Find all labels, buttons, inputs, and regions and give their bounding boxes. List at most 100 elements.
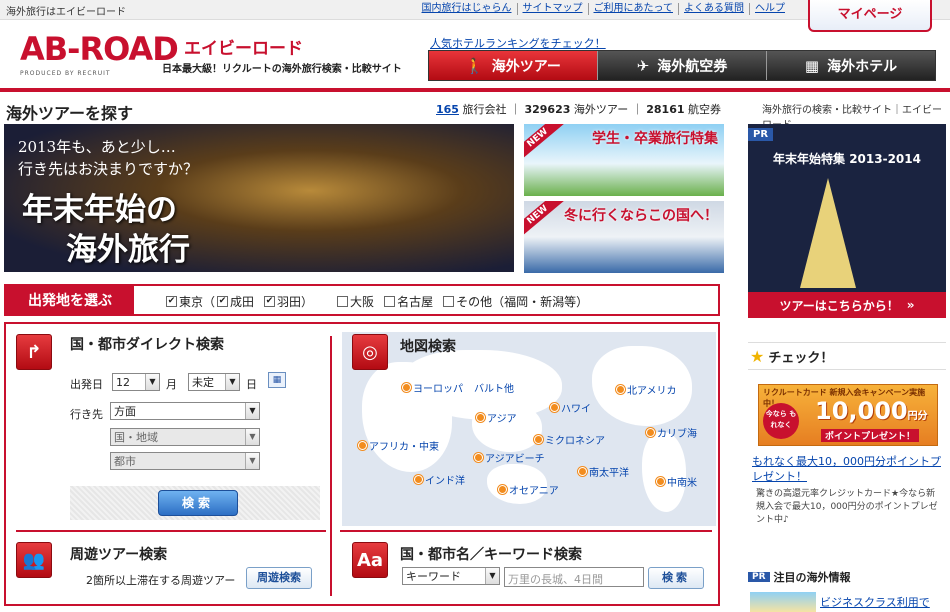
tab-overseas-tour[interactable]: 🚶 海外ツアー: [429, 51, 597, 80]
chevron-down-icon: ▼: [245, 453, 259, 469]
chevron-down-icon: ▼: [145, 374, 159, 390]
pin-icon: [550, 403, 559, 412]
option-label: 成田: [230, 295, 255, 309]
city-select[interactable]: 都市 ▼: [110, 452, 260, 470]
counts-bar: 165 旅行会社 ｜ 329623 海外ツアー ｜ 28161 航空券: [436, 103, 722, 116]
pin-icon: [646, 428, 655, 437]
region-africa-middleeast[interactable]: アフリカ・中東: [358, 438, 439, 453]
month-unit: 月: [166, 378, 177, 391]
region-micronesia[interactable]: ミクロネシア: [534, 432, 605, 447]
destination-label: 行き先: [70, 408, 103, 421]
pr-tag: PR: [748, 572, 770, 582]
airplane-icon: ✈: [636, 56, 650, 75]
agency-count[interactable]: 165: [436, 103, 459, 116]
hotel-ranking-link[interactable]: 人気ホテルランキングをチェック！: [430, 35, 606, 51]
keyword-type-select[interactable]: キーワード ▼: [402, 567, 500, 585]
link-terms[interactable]: ご利用にあたって: [587, 3, 679, 15]
checkbox-checked[interactable]: ✔: [217, 296, 229, 307]
calendar-icon[interactable]: ▦: [268, 372, 286, 388]
building-icon: ▦: [804, 56, 820, 75]
region-latin-america[interactable]: 中南米: [656, 474, 697, 489]
keyword-search-button[interactable]: 検索: [648, 567, 704, 589]
departure-haneda[interactable]: ✔ 羽田）: [264, 293, 313, 310]
banner-text: 学生・卒業旅行特集: [592, 131, 718, 147]
region-asia-beach[interactable]: アジアビーチ: [474, 450, 545, 465]
link-help[interactable]: ヘルプ: [749, 3, 790, 15]
tour-label: 海外ツアー: [573, 103, 629, 116]
checkbox-unchecked[interactable]: [337, 296, 349, 307]
region-europe[interactable]: ヨーロッパ: [402, 380, 463, 395]
keyword-input[interactable]: 万里の長城、4日間: [504, 567, 644, 587]
departure-tokyo[interactable]: ✔ 東京（: [166, 293, 215, 310]
hero-banner[interactable]: 2013年も、あと少し… 行き先はお決まりですか？ 年末年始の 海外旅行: [4, 124, 514, 272]
pin-icon: [616, 385, 625, 394]
hero-line4: 海外旅行: [66, 232, 190, 268]
departure-osaka[interactable]: 大阪: [337, 293, 374, 310]
horizontal-divider: [340, 530, 712, 532]
header-tagline: 日本最大級！リクルートの海外旅行検索・比較サイト: [162, 64, 402, 75]
pr-cta-button[interactable]: ツアーはこちらから！ »: [748, 292, 946, 318]
tab-overseas-flight[interactable]: ✈ 海外航空券: [597, 51, 766, 80]
amount-unit: 円分: [907, 411, 928, 422]
flight-label: 航空券: [688, 103, 722, 116]
notice-thumbnail[interactable]: [750, 592, 816, 612]
horizontal-divider: [16, 530, 326, 532]
notice-link[interactable]: ビジネスクラス利用で: [820, 594, 930, 610]
checkbox-unchecked[interactable]: [384, 296, 396, 307]
pr-title: 年末年始特集 2013-2014: [773, 152, 921, 166]
pr-newyear-banner[interactable]: PR 年末年始特集 2013-2014: [748, 124, 946, 318]
student-travel-banner[interactable]: NEW 学生・卒業旅行特集: [524, 124, 724, 196]
checkbox-checked[interactable]: ✔: [166, 296, 177, 307]
region-baltic[interactable]: バルト他: [474, 380, 514, 395]
tour-search-desc: 2箇所以上滞在する周遊ツアー: [86, 574, 236, 587]
checkbox-unchecked[interactable]: [443, 296, 455, 307]
tour-count: 329623: [524, 103, 571, 116]
departure-other[interactable]: その他（福岡・新潟等）: [443, 293, 588, 310]
tour-search-button[interactable]: 周遊検索: [246, 567, 312, 589]
direct-search-button[interactable]: 検索: [158, 490, 238, 516]
tab-label: 海外航空券: [657, 58, 728, 75]
region-north-america[interactable]: 北アメリカ: [616, 382, 677, 397]
recruit-card-ad[interactable]: リクルートカード 新規入会キャンペーン実施中！ 今なら もれなく 10,000円…: [758, 384, 938, 446]
pr-cta-label: ツアーはこちらから！: [779, 298, 899, 313]
region-label: アフリカ・中東: [369, 442, 439, 453]
region-hawaii[interactable]: ハワイ: [550, 400, 591, 415]
card-sub: ポイントプレゼント！: [821, 429, 920, 442]
mypage-button[interactable]: マイページ: [808, 0, 932, 32]
link-jalan[interactable]: 国内旅行はじゃらん: [417, 3, 517, 15]
select-value: 12: [116, 375, 130, 389]
departure-narita[interactable]: ✔ 成田: [217, 293, 254, 310]
winter-travel-banner[interactable]: NEW 冬に行くならこの国へ！: [524, 201, 724, 273]
country-select[interactable]: 国・地域 ▼: [110, 428, 260, 446]
link-sitemap[interactable]: サイトマップ: [516, 3, 588, 15]
departure-date-label: 出発日: [70, 378, 103, 391]
region-select[interactable]: 方面 ▼: [110, 402, 260, 420]
select-value: 方面: [114, 405, 136, 418]
region-asia[interactable]: アジア: [476, 410, 517, 425]
checkbox-checked[interactable]: ✔: [264, 296, 276, 307]
option-label: 名古屋: [397, 295, 434, 309]
logo-kana: エイビーロード: [184, 39, 303, 59]
month-select[interactable]: 12 ▼: [112, 373, 160, 391]
check-title: チェック！: [768, 350, 834, 366]
region-south-pacific[interactable]: 南太平洋: [578, 464, 629, 479]
region-label: オセアニア: [509, 486, 559, 497]
link-faq[interactable]: よくある質問: [678, 3, 749, 15]
region-caribbean[interactable]: カリブ海: [646, 425, 697, 440]
tab-overseas-hotel[interactable]: ▦ 海外ホテル: [766, 51, 935, 80]
site-logo[interactable]: AB-ROAD: [20, 30, 179, 68]
pin-icon: [474, 453, 483, 462]
tab-label: 海外ホテル: [827, 58, 898, 75]
departure-options: ✔ 東京（ ✔ 成田 ✔ 羽田） 大阪 名古屋 その他（福岡・新潟等）: [166, 293, 598, 310]
option-label: 羽田）: [277, 295, 314, 309]
region-oceania[interactable]: オセアニア: [498, 482, 559, 497]
select-value: 未定: [192, 376, 214, 389]
pin-icon: [578, 467, 587, 476]
departure-nagoya[interactable]: 名古屋: [384, 293, 433, 310]
card-promo-link[interactable]: もれなく最大10，000円分ポイントプレゼント！: [752, 454, 944, 484]
globe-icon: ◎: [352, 334, 388, 370]
day-select[interactable]: 未定 ▼: [188, 373, 240, 391]
region-indian-ocean[interactable]: インド洋: [414, 472, 465, 487]
region-label: カリブ海: [657, 429, 697, 440]
tab-label: 海外ツアー: [491, 58, 561, 75]
